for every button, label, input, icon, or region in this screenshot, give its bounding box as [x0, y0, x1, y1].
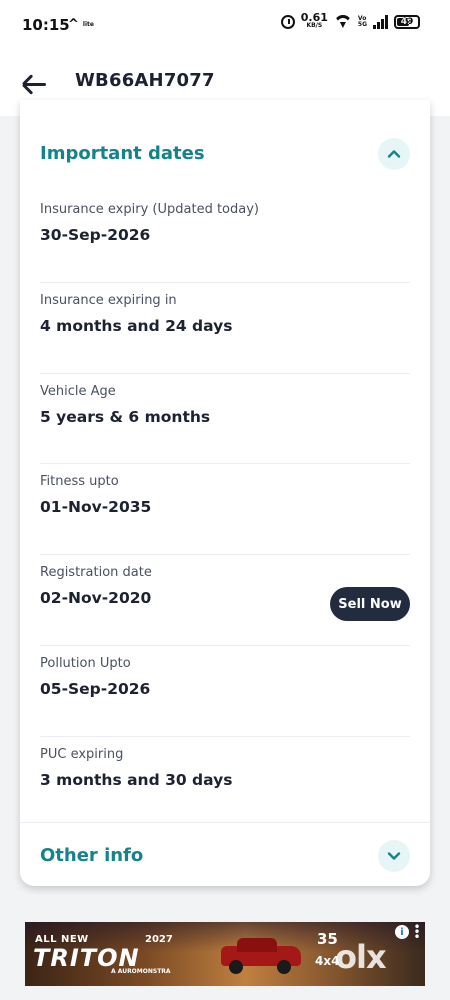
list-item-fitness-upto: Fitness upto 01-Nov-2035 [40, 464, 410, 556]
chevron-up-icon [387, 150, 401, 158]
list-item-registration-date: Registration date 02-Nov-2020 Sell Now [40, 555, 410, 646]
other-info-title: Other info [40, 845, 144, 866]
list-item-insurance-expiring-in: Insurance expiring in 4 months and 24 da… [40, 283, 410, 374]
important-dates-title: Important dates [40, 143, 205, 164]
other-info-header[interactable]: Other info [40, 840, 410, 874]
truck-image [215, 936, 305, 976]
row-label: Pollution Upto [40, 655, 131, 671]
row-value: 01-Nov-2035 [40, 498, 152, 517]
list-item-insurance-expiry: Insurance expiry (Updated today) 30-Sep-… [40, 192, 410, 283]
battery-icon: 49 [394, 15, 420, 29]
row-value: 5 years & 6 months [40, 407, 211, 426]
lite-app-icon: lite [82, 21, 94, 28]
sell-now-button[interactable]: Sell Now [330, 587, 410, 622]
more-options-icon[interactable]: • • • [412, 922, 422, 943]
row-value: 4 months and 24 days [40, 316, 233, 335]
important-dates-list: Insurance expiry (Updated today) 30-Sep-… [40, 192, 410, 828]
list-item-pollution-upto: Pollution Upto 05-Sep-2026 [40, 646, 410, 737]
row-label: Fitness upto [40, 474, 119, 490]
chevron-down-icon [387, 852, 401, 860]
row-label: Insurance expiring in [40, 292, 177, 308]
status-bar: 10:15 ^ lite 0.61 KB/S Vo 5G 49 [0, 0, 450, 52]
network-speed-unit: KB/S [306, 22, 323, 29]
page-title: WB66AH7077 [75, 70, 215, 91]
row-value: 05-Sep-2026 [40, 679, 151, 698]
row-label: PUC expiring [40, 746, 124, 762]
ad-banner[interactable]: ALL NEW 2027 TRITON A AUROMONSTRA 35 4x4… [25, 922, 425, 986]
status-left-icons: ^ lite [68, 17, 94, 32]
list-item-puc-expiring: PUC expiring 3 months and 30 days [40, 737, 410, 828]
list-item-vehicle-age: Vehicle Age 5 years & 6 months [40, 374, 410, 465]
collapse-button[interactable] [378, 138, 410, 170]
alarm-icon [280, 15, 295, 29]
row-value: 30-Sep-2026 [40, 226, 151, 244]
row-value: 02-Nov-2020 [40, 589, 152, 608]
row-label: Insurance expiry (Updated today) [40, 202, 259, 217]
row-value: 3 months and 30 days [40, 770, 233, 789]
important-dates-card: Important dates Insurance expiry (Update… [20, 100, 430, 886]
wifi-icon [334, 15, 352, 29]
important-dates-header[interactable]: Important dates [40, 138, 410, 174]
network-speed-value: 0.61 [300, 11, 328, 24]
network-speed: 0.61 KB/S [300, 11, 328, 30]
volte-icon: Vo 5G [357, 15, 367, 28]
ad-subtitle: A AUROMONSTRA [111, 968, 171, 975]
signal-icon [373, 15, 388, 29]
expand-button[interactable] [378, 840, 410, 872]
back-button[interactable] [20, 69, 50, 99]
battery-level: 49 [400, 17, 414, 27]
status-right-icons: 0.61 KB/S Vo 5G 49 [280, 11, 420, 30]
ad-year: 2027 [145, 934, 173, 945]
caret-up-icon: ^ [68, 17, 79, 32]
divider [20, 822, 430, 823]
row-label: Vehicle Age [40, 383, 116, 399]
row-label: Registration date [40, 565, 152, 581]
olx-logo: olx [335, 938, 387, 976]
status-time: 10:15 [22, 16, 70, 34]
info-icon[interactable]: i [395, 925, 409, 939]
